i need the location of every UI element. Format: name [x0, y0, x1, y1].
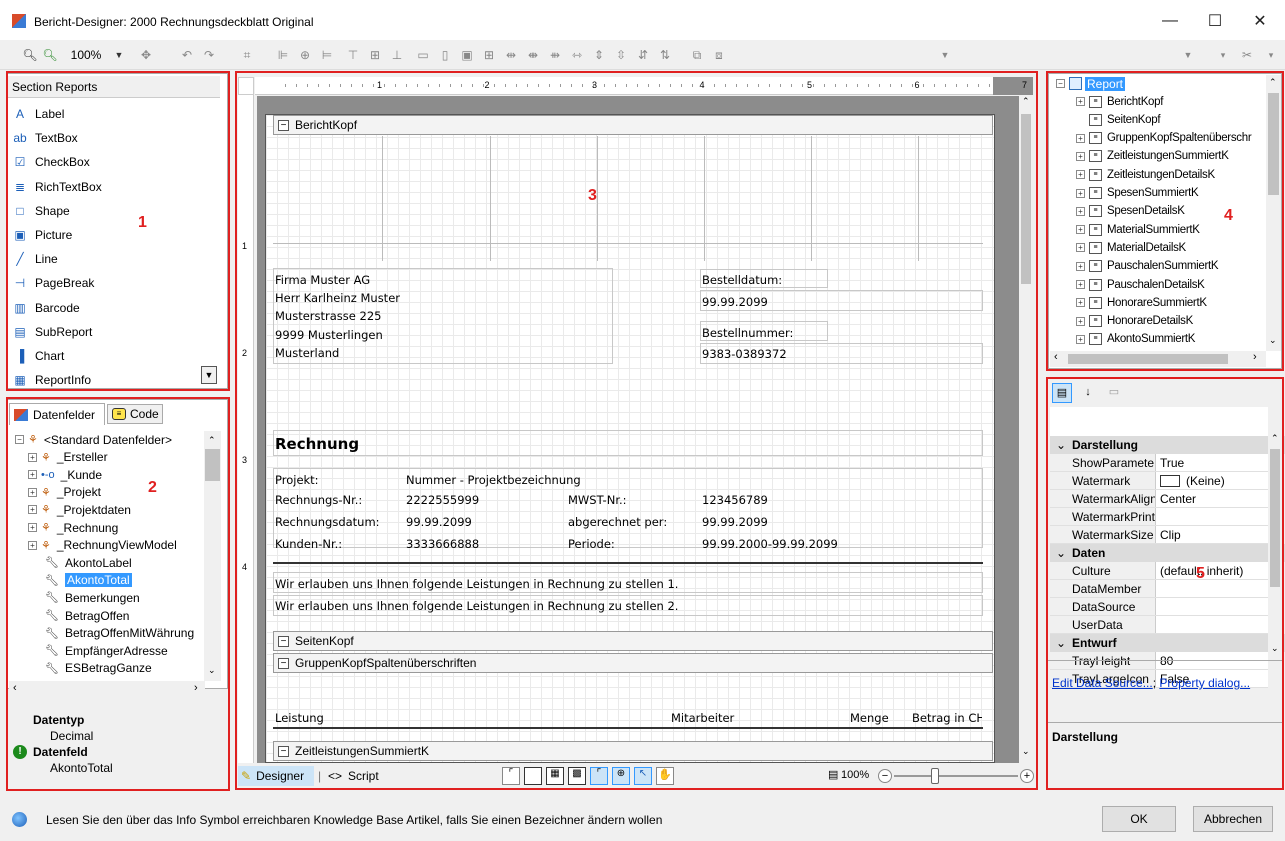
- undo-icon[interactable]: ↶: [178, 46, 196, 64]
- toolbar: 🔍︎ 🔍︎ 100% ▼ ✥ ↶ ↷ ⌗ ⊫ ⊕ ⊨ ⊤ ⊞ ⊥ ▭ ▯ ▣ ⊞…: [0, 40, 1285, 70]
- same-size-icon[interactable]: ▣: [460, 46, 474, 64]
- kb-info-icon[interactable]: [12, 812, 27, 827]
- hspace-equal-icon[interactable]: ⇹: [504, 46, 518, 64]
- vspace-inc-icon[interactable]: ⇳: [614, 46, 628, 64]
- datafield-label: Datenfeld: [33, 745, 88, 759]
- app-icon: [12, 14, 26, 28]
- annotation-label-2: 2: [148, 479, 157, 496]
- hspace-remove-icon[interactable]: ⇿: [570, 46, 584, 64]
- same-height-icon[interactable]: ▯: [438, 46, 452, 64]
- align-top-icon[interactable]: ⊤: [346, 46, 360, 64]
- status-bar: Lesen Sie den über das Info Symbol errei…: [0, 800, 1285, 841]
- redo-icon[interactable]: ↷: [200, 46, 218, 64]
- send-back-icon[interactable]: ⧈: [712, 46, 726, 64]
- status-text: Lesen Sie den über das Info Symbol errei…: [46, 813, 663, 827]
- same-width-icon[interactable]: ▭: [416, 46, 430, 64]
- window-title: Bericht-Designer: 2000 Rechnungsdeckblat…: [34, 15, 314, 29]
- annotation-label-1: 1: [138, 214, 147, 231]
- datatype-value: Decimal: [50, 729, 94, 743]
- hspace-dec-icon[interactable]: ⇻: [548, 46, 562, 64]
- align-center-icon[interactable]: ⊕: [298, 46, 312, 64]
- annotation-box-3: [235, 71, 1038, 790]
- cut-icon[interactable]: ✂: [1240, 46, 1254, 64]
- zoom-out-icon[interactable]: 🔍︎: [22, 46, 38, 64]
- bring-front-icon[interactable]: ⧉: [690, 46, 704, 64]
- font-size-dropdown-icon[interactable]: ▼: [1183, 46, 1193, 64]
- vspace-remove-icon[interactable]: ⇅: [658, 46, 672, 64]
- datafield-value: AkontoTotal: [50, 761, 113, 775]
- annotation-box-5: [1046, 377, 1284, 790]
- annotation-box-4: [1046, 71, 1284, 371]
- annotation-label-5: 5: [1196, 565, 1205, 582]
- align-left-icon[interactable]: ⊫: [276, 46, 290, 64]
- font-dropdown-icon[interactable]: ▼: [940, 46, 950, 64]
- move-icon[interactable]: ✥: [138, 46, 154, 64]
- title-bar: Bericht-Designer: 2000 Rechnungsdeckblat…: [0, 0, 1285, 40]
- zoom-level[interactable]: 100%: [66, 46, 106, 64]
- zoom-in-icon[interactable]: 🔍︎: [42, 46, 58, 64]
- size-to-grid-icon[interactable]: ⊞: [482, 46, 496, 64]
- annotation-box-1: [6, 71, 230, 391]
- vspace-equal-icon[interactable]: ⇕: [592, 46, 606, 64]
- datatype-label: Datentyp: [33, 713, 85, 727]
- align-middle-icon[interactable]: ⊞: [368, 46, 382, 64]
- info-icon[interactable]: !: [13, 745, 27, 759]
- maximize-button[interactable]: ☐: [1193, 6, 1237, 36]
- align-bottom-icon[interactable]: ⊥: [390, 46, 404, 64]
- hspace-inc-icon[interactable]: ⇼: [526, 46, 540, 64]
- cancel-button[interactable]: Abbrechen: [1193, 806, 1273, 832]
- align-right-icon[interactable]: ⊨: [320, 46, 334, 64]
- ok-button[interactable]: OK: [1102, 806, 1176, 832]
- minimize-button[interactable]: —: [1148, 6, 1192, 36]
- zoom-dropdown-icon[interactable]: ▼: [114, 46, 124, 64]
- close-button[interactable]: ✕: [1238, 6, 1282, 36]
- overflow2-dropdown-icon[interactable]: ▾: [1266, 46, 1276, 64]
- overflow-dropdown-icon[interactable]: ▾: [1218, 46, 1228, 64]
- annotation-label-4: 4: [1224, 207, 1233, 224]
- snap-grid-icon[interactable]: ⌗: [240, 46, 254, 64]
- field-info-panel: Datentyp Decimal ! Datenfeld AkontoTotal: [8, 703, 228, 789]
- vspace-dec-icon[interactable]: ⇵: [636, 46, 650, 64]
